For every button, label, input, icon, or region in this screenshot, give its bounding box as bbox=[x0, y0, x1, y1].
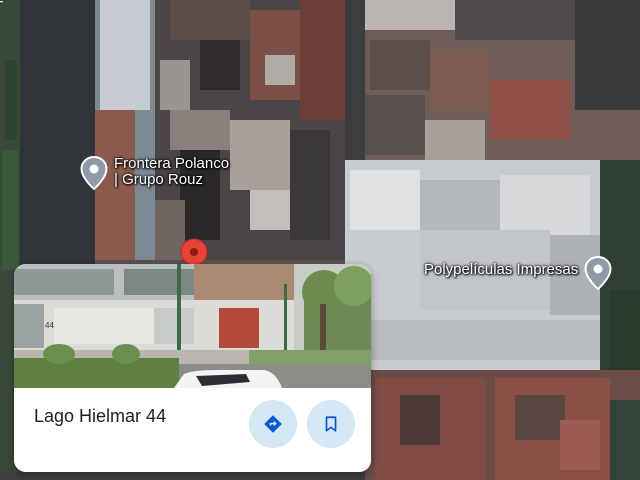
poi-label: Frontera Polanco | Grupo Rouz bbox=[114, 155, 230, 188]
directions-button[interactable] bbox=[249, 400, 297, 448]
red-location-pin-icon[interactable] bbox=[179, 237, 209, 267]
place-pin-icon bbox=[584, 256, 612, 290]
place-address: Lago Hielmar 44 bbox=[34, 406, 167, 426]
poi-frontera-polanco[interactable]: Frontera Polanco | Grupo Rouz bbox=[80, 156, 229, 190]
place-card[interactable]: 44 Lago Hielmar 44 bbox=[14, 264, 371, 472]
place-pin-icon bbox=[80, 156, 108, 190]
bookmark-icon bbox=[325, 416, 337, 432]
poi-label: Polypelículas Impresas bbox=[424, 261, 579, 278]
street-label: L bbox=[0, 0, 6, 7]
place-card-info: Lago Hielmar 44 bbox=[14, 388, 371, 472]
directions-icon bbox=[264, 415, 282, 433]
save-button[interactable] bbox=[307, 400, 355, 448]
street-view-photo[interactable]: 44 bbox=[14, 264, 371, 388]
building-number: 44 bbox=[45, 321, 54, 330]
poi-polypeliculas-impresas[interactable]: Polypelículas Impresas bbox=[424, 256, 612, 290]
